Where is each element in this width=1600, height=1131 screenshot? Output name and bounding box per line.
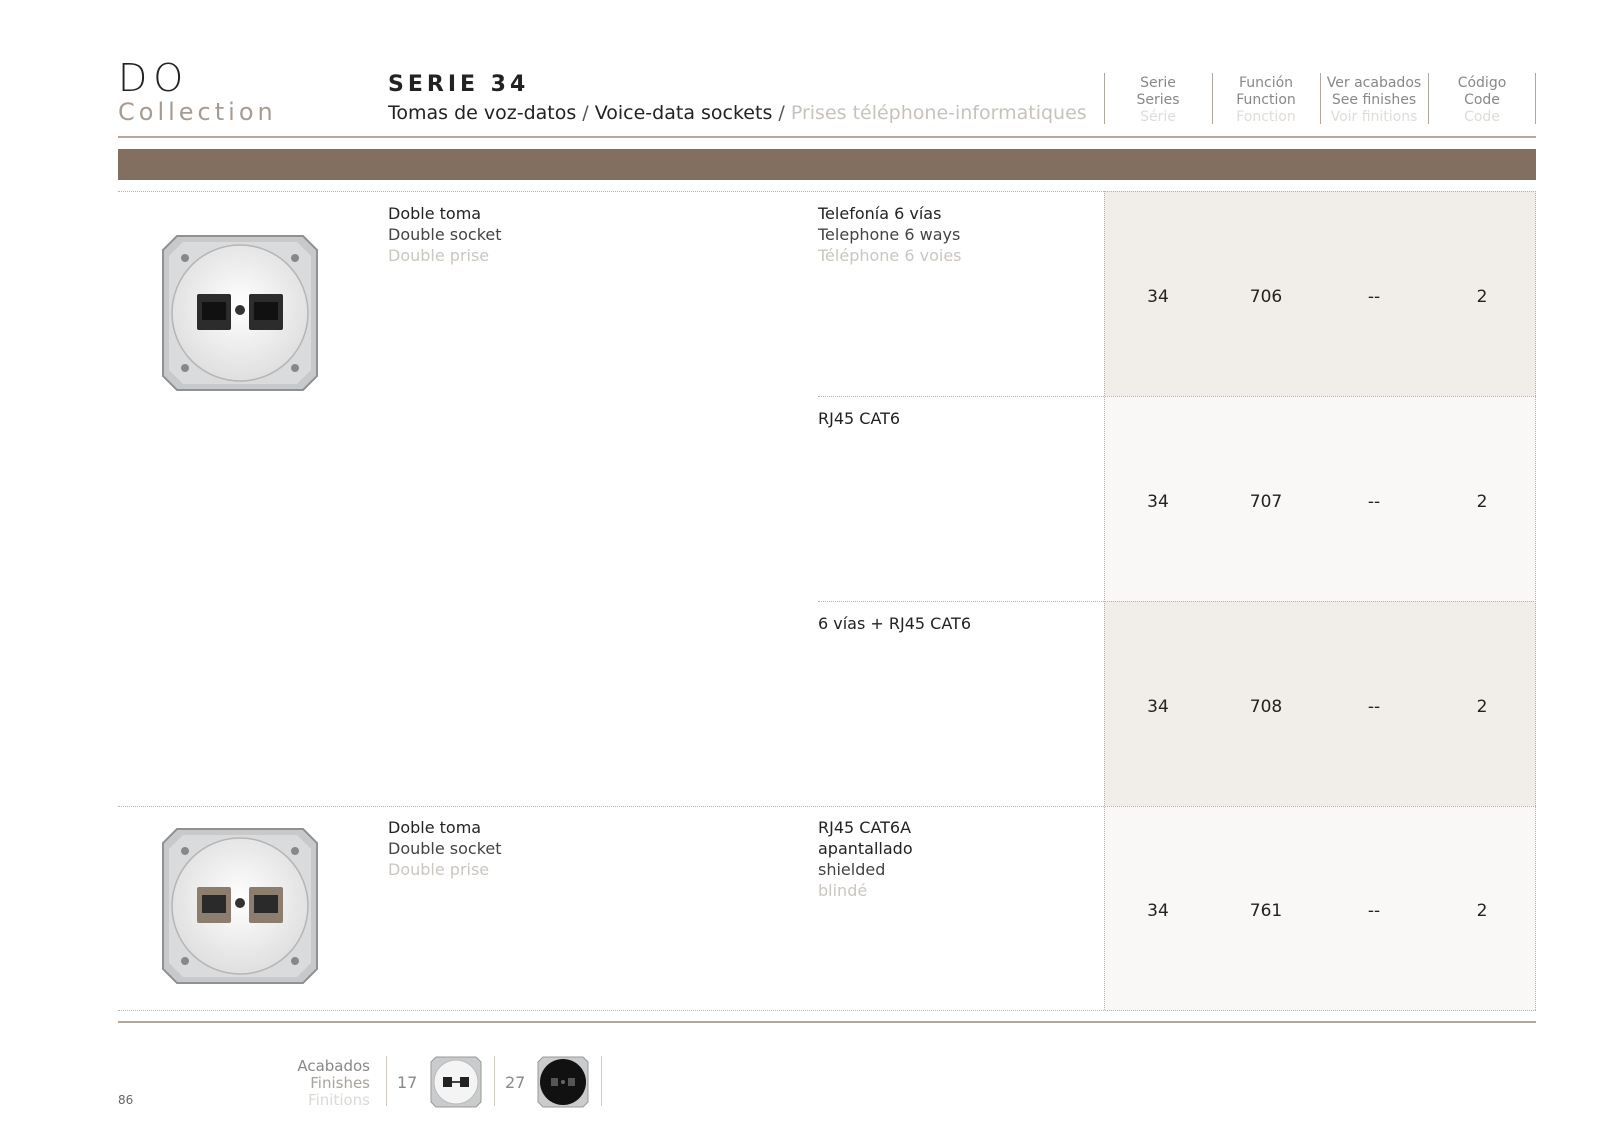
double-socket-black-rj-icon xyxy=(162,235,318,391)
function-line: Telefonía 6 vías xyxy=(818,204,942,223)
column-label-es: Ver acabados xyxy=(1326,75,1422,91)
funcion-value: 708 xyxy=(1249,697,1283,717)
codigo-value: 2 xyxy=(1476,901,1488,921)
column-label-es: Serie xyxy=(1140,75,1176,91)
column-header-acabados: Ver acabados See finishes Voir finitions xyxy=(1320,75,1428,126)
column-label-en: Series xyxy=(1136,92,1180,108)
function-line: blindé xyxy=(818,881,868,900)
codigo-value: 2 xyxy=(1476,492,1488,512)
finish-swatch xyxy=(428,1054,484,1114)
serie-value: 34 xyxy=(1147,287,1169,307)
column-header-serie: Serie Series Série xyxy=(1104,75,1212,126)
funcion-value: 706 xyxy=(1249,287,1283,307)
function-line: Telephone 6 ways xyxy=(818,225,961,244)
finish-number: 17 xyxy=(397,1073,418,1092)
product-name-en: Double socket xyxy=(388,225,502,244)
product-name-fr: Double prise xyxy=(388,246,490,265)
finishes-label-es: Acabados xyxy=(297,1057,370,1075)
function-line: apantallado xyxy=(818,839,913,858)
function-line: shielded xyxy=(818,860,886,879)
header-divider xyxy=(1535,73,1536,124)
serie-subtitle: Tomas de voz-datos / Voice-data sockets … xyxy=(388,102,1087,124)
funcion-value: 761 xyxy=(1249,901,1283,921)
white-finish-socket-icon xyxy=(430,1056,482,1108)
column-label-fr: Voir finitions xyxy=(1330,109,1418,125)
column-label-en: See finishes xyxy=(1331,92,1417,108)
black-finish-socket-icon xyxy=(537,1056,589,1108)
product-image-double-socket-shielded xyxy=(155,821,325,995)
function-description: RJ45 CAT6A apantallado shielded blindé xyxy=(818,817,913,901)
separator: / xyxy=(576,102,595,124)
function-line: RJ45 CAT6 xyxy=(818,409,901,428)
product-name-es: Doble toma xyxy=(388,818,482,837)
function-line: RJ45 CAT6A xyxy=(818,818,912,837)
column-label-fr: Code xyxy=(1464,109,1500,125)
finish-divider xyxy=(494,1056,495,1106)
function-line: 6 vías + RJ45 CAT6 xyxy=(818,614,972,633)
serie-subtitle-en: Voice-data sockets xyxy=(594,102,773,124)
serie-subtitle-fr: Prises téléphone-informatiques xyxy=(790,102,1087,124)
acabados-value: -- xyxy=(1367,901,1381,921)
page-number: 86 xyxy=(118,1093,134,1107)
column-label-fr: Fonction xyxy=(1236,109,1296,125)
product-name-en: Double socket xyxy=(388,839,502,858)
column-header-codigo: Código Code Code xyxy=(1428,75,1536,126)
function-description: 6 vías + RJ45 CAT6 xyxy=(818,613,971,634)
column-divider xyxy=(1535,191,1536,1010)
product-name: Doble toma Double socket Double prise xyxy=(388,817,502,880)
finish-number: 27 xyxy=(505,1073,526,1092)
row-divider xyxy=(118,806,1536,807)
header-rule xyxy=(118,136,1536,138)
serie-title: SERIE 34 xyxy=(388,72,530,97)
column-header-funcion: Función Function Fonction xyxy=(1212,75,1320,126)
function-line: Téléphone 6 voies xyxy=(818,246,962,265)
finishes-label: Acabados Finishes Finitions xyxy=(250,1058,370,1109)
finish-divider xyxy=(386,1056,387,1106)
finishes-label-fr: Finitions xyxy=(308,1091,370,1109)
codigo-value: 2 xyxy=(1476,697,1488,717)
serie-value: 34 xyxy=(1147,697,1169,717)
funcion-value: 707 xyxy=(1249,492,1283,512)
row-divider xyxy=(118,1010,1536,1011)
column-divider xyxy=(1104,191,1105,1010)
serie-value: 34 xyxy=(1147,901,1169,921)
finish-divider xyxy=(601,1056,602,1106)
acabados-value: -- xyxy=(1367,492,1381,512)
row-divider xyxy=(118,191,1536,192)
column-label-fr: Série xyxy=(1140,109,1176,125)
separator: / xyxy=(772,102,791,124)
serie-subtitle-es: Tomas de voz-datos xyxy=(388,102,577,124)
bottom-rule xyxy=(118,1021,1536,1023)
product-image-double-socket xyxy=(155,228,325,402)
acabados-value: -- xyxy=(1367,697,1381,717)
product-name-es: Doble toma xyxy=(388,204,482,223)
column-label-en: Function xyxy=(1236,92,1296,108)
finish-swatch xyxy=(535,1054,591,1114)
section-band xyxy=(118,149,1536,180)
function-description: RJ45 CAT6 xyxy=(818,408,900,429)
product-name-fr: Double prise xyxy=(388,860,490,879)
brand-subtitle: Collection xyxy=(118,98,277,126)
column-label-es: Código xyxy=(1457,75,1507,91)
column-label-en: Code xyxy=(1464,92,1500,108)
product-name: Doble toma Double socket Double prise xyxy=(388,203,502,266)
acabados-value: -- xyxy=(1367,287,1381,307)
serie-value: 34 xyxy=(1147,492,1169,512)
row-divider xyxy=(818,601,1536,602)
brand-name: DO xyxy=(118,56,190,100)
codigo-value: 2 xyxy=(1476,287,1488,307)
function-description: Telefonía 6 vías Telephone 6 ways Téléph… xyxy=(818,203,962,266)
finishes-label-en: Finishes xyxy=(310,1074,370,1092)
row-divider xyxy=(818,396,1536,397)
column-label-es: Función xyxy=(1238,75,1294,91)
double-socket-shielded-rj-icon xyxy=(162,828,318,984)
